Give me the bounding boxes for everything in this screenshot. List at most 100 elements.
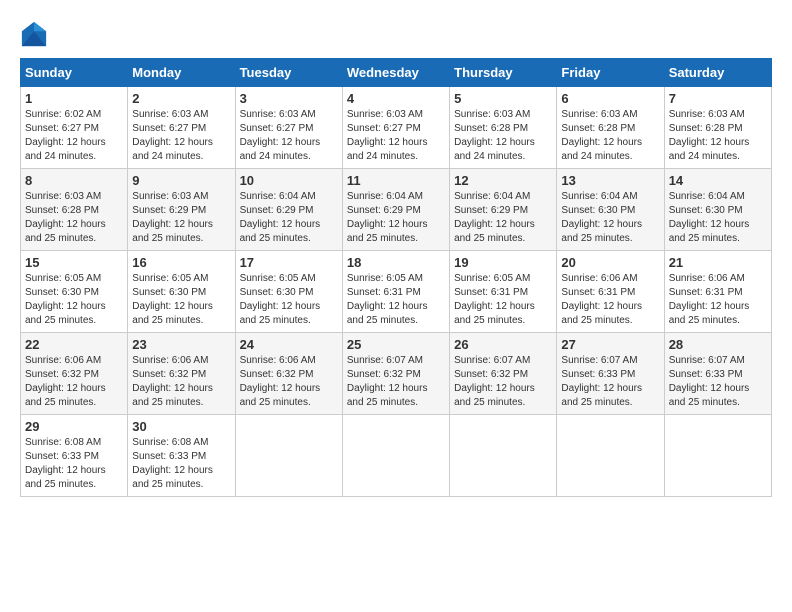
header: [20, 20, 772, 48]
calendar-cell: 21 Sunrise: 6:06 AMSunset: 6:31 PMDaylig…: [664, 251, 771, 333]
day-info: Sunrise: 6:04 AMSunset: 6:29 PMDaylight:…: [347, 190, 445, 246]
calendar-cell: 2 Sunrise: 6:03 AMSunset: 6:27 PMDayligh…: [128, 87, 235, 169]
calendar-table: SundayMondayTuesdayWednesdayThursdayFrid…: [20, 58, 772, 497]
calendar-cell: 15 Sunrise: 6:05 AMSunset: 6:30 PMDaylig…: [21, 251, 128, 333]
calendar-cell: 27 Sunrise: 6:07 AMSunset: 6:33 PMDaylig…: [557, 333, 664, 415]
calendar-header-friday: Friday: [557, 59, 664, 87]
calendar-week-row: 29 Sunrise: 6:08 AMSunset: 6:33 PMDaylig…: [21, 415, 772, 497]
calendar-cell: 12 Sunrise: 6:04 AMSunset: 6:29 PMDaylig…: [450, 169, 557, 251]
day-number: 21: [669, 255, 767, 270]
calendar-cell: 20 Sunrise: 6:06 AMSunset: 6:31 PMDaylig…: [557, 251, 664, 333]
day-info: Sunrise: 6:06 AMSunset: 6:32 PMDaylight:…: [132, 354, 230, 410]
calendar-cell: [664, 415, 771, 497]
day-info: Sunrise: 6:07 AMSunset: 6:33 PMDaylight:…: [561, 354, 659, 410]
calendar-header-saturday: Saturday: [664, 59, 771, 87]
calendar-cell: 30 Sunrise: 6:08 AMSunset: 6:33 PMDaylig…: [128, 415, 235, 497]
calendar-cell: 25 Sunrise: 6:07 AMSunset: 6:32 PMDaylig…: [342, 333, 449, 415]
calendar-cell: 29 Sunrise: 6:08 AMSunset: 6:33 PMDaylig…: [21, 415, 128, 497]
calendar-cell: 18 Sunrise: 6:05 AMSunset: 6:31 PMDaylig…: [342, 251, 449, 333]
day-info: Sunrise: 6:03 AMSunset: 6:28 PMDaylight:…: [669, 108, 767, 164]
day-number: 25: [347, 337, 445, 352]
calendar-cell: 13 Sunrise: 6:04 AMSunset: 6:30 PMDaylig…: [557, 169, 664, 251]
day-info: Sunrise: 6:06 AMSunset: 6:31 PMDaylight:…: [669, 272, 767, 328]
page-container: SundayMondayTuesdayWednesdayThursdayFrid…: [20, 20, 772, 497]
day-number: 4: [347, 91, 445, 106]
day-number: 30: [132, 419, 230, 434]
calendar-cell: [450, 415, 557, 497]
day-number: 8: [25, 173, 123, 188]
day-info: Sunrise: 6:03 AMSunset: 6:27 PMDaylight:…: [240, 108, 338, 164]
calendar-cell: 1 Sunrise: 6:02 AMSunset: 6:27 PMDayligh…: [21, 87, 128, 169]
calendar-cell: 19 Sunrise: 6:05 AMSunset: 6:31 PMDaylig…: [450, 251, 557, 333]
day-info: Sunrise: 6:05 AMSunset: 6:30 PMDaylight:…: [25, 272, 123, 328]
day-info: Sunrise: 6:03 AMSunset: 6:28 PMDaylight:…: [561, 108, 659, 164]
calendar-cell: 11 Sunrise: 6:04 AMSunset: 6:29 PMDaylig…: [342, 169, 449, 251]
calendar-cell: 24 Sunrise: 6:06 AMSunset: 6:32 PMDaylig…: [235, 333, 342, 415]
calendar-header-thursday: Thursday: [450, 59, 557, 87]
calendar-cell: 6 Sunrise: 6:03 AMSunset: 6:28 PMDayligh…: [557, 87, 664, 169]
day-number: 19: [454, 255, 552, 270]
calendar-cell: 14 Sunrise: 6:04 AMSunset: 6:30 PMDaylig…: [664, 169, 771, 251]
day-number: 27: [561, 337, 659, 352]
day-info: Sunrise: 6:04 AMSunset: 6:30 PMDaylight:…: [561, 190, 659, 246]
calendar-cell: 23 Sunrise: 6:06 AMSunset: 6:32 PMDaylig…: [128, 333, 235, 415]
day-number: 7: [669, 91, 767, 106]
day-number: 17: [240, 255, 338, 270]
day-info: Sunrise: 6:08 AMSunset: 6:33 PMDaylight:…: [25, 436, 123, 492]
day-info: Sunrise: 6:03 AMSunset: 6:27 PMDaylight:…: [132, 108, 230, 164]
calendar-cell: 8 Sunrise: 6:03 AMSunset: 6:28 PMDayligh…: [21, 169, 128, 251]
day-number: 26: [454, 337, 552, 352]
day-info: Sunrise: 6:05 AMSunset: 6:31 PMDaylight:…: [347, 272, 445, 328]
calendar-cell: 4 Sunrise: 6:03 AMSunset: 6:27 PMDayligh…: [342, 87, 449, 169]
day-number: 18: [347, 255, 445, 270]
day-info: Sunrise: 6:05 AMSunset: 6:30 PMDaylight:…: [132, 272, 230, 328]
day-info: Sunrise: 6:02 AMSunset: 6:27 PMDaylight:…: [25, 108, 123, 164]
day-number: 11: [347, 173, 445, 188]
day-number: 2: [132, 91, 230, 106]
calendar-cell: 28 Sunrise: 6:07 AMSunset: 6:33 PMDaylig…: [664, 333, 771, 415]
day-info: Sunrise: 6:07 AMSunset: 6:32 PMDaylight:…: [347, 354, 445, 410]
calendar-cell: 7 Sunrise: 6:03 AMSunset: 6:28 PMDayligh…: [664, 87, 771, 169]
day-number: 29: [25, 419, 123, 434]
day-info: Sunrise: 6:03 AMSunset: 6:28 PMDaylight:…: [25, 190, 123, 246]
day-number: 16: [132, 255, 230, 270]
calendar-header-wednesday: Wednesday: [342, 59, 449, 87]
day-info: Sunrise: 6:07 AMSunset: 6:32 PMDaylight:…: [454, 354, 552, 410]
day-number: 6: [561, 91, 659, 106]
day-info: Sunrise: 6:06 AMSunset: 6:32 PMDaylight:…: [240, 354, 338, 410]
calendar-cell: 5 Sunrise: 6:03 AMSunset: 6:28 PMDayligh…: [450, 87, 557, 169]
day-number: 14: [669, 173, 767, 188]
day-info: Sunrise: 6:06 AMSunset: 6:31 PMDaylight:…: [561, 272, 659, 328]
day-number: 5: [454, 91, 552, 106]
logo-icon: [20, 20, 48, 48]
day-number: 15: [25, 255, 123, 270]
day-number: 13: [561, 173, 659, 188]
day-number: 28: [669, 337, 767, 352]
day-number: 24: [240, 337, 338, 352]
day-info: Sunrise: 6:03 AMSunset: 6:28 PMDaylight:…: [454, 108, 552, 164]
day-info: Sunrise: 6:04 AMSunset: 6:29 PMDaylight:…: [240, 190, 338, 246]
day-info: Sunrise: 6:04 AMSunset: 6:29 PMDaylight:…: [454, 190, 552, 246]
calendar-header-sunday: Sunday: [21, 59, 128, 87]
day-number: 12: [454, 173, 552, 188]
day-info: Sunrise: 6:05 AMSunset: 6:30 PMDaylight:…: [240, 272, 338, 328]
calendar-week-row: 8 Sunrise: 6:03 AMSunset: 6:28 PMDayligh…: [21, 169, 772, 251]
day-info: Sunrise: 6:04 AMSunset: 6:30 PMDaylight:…: [669, 190, 767, 246]
calendar-week-row: 22 Sunrise: 6:06 AMSunset: 6:32 PMDaylig…: [21, 333, 772, 415]
day-number: 1: [25, 91, 123, 106]
day-number: 20: [561, 255, 659, 270]
day-number: 10: [240, 173, 338, 188]
calendar-cell: [342, 415, 449, 497]
calendar-cell: 22 Sunrise: 6:06 AMSunset: 6:32 PMDaylig…: [21, 333, 128, 415]
calendar-cell: [557, 415, 664, 497]
day-number: 3: [240, 91, 338, 106]
calendar-header-row: SundayMondayTuesdayWednesdayThursdayFrid…: [21, 59, 772, 87]
calendar-cell: [235, 415, 342, 497]
calendar-week-row: 1 Sunrise: 6:02 AMSunset: 6:27 PMDayligh…: [21, 87, 772, 169]
day-info: Sunrise: 6:07 AMSunset: 6:33 PMDaylight:…: [669, 354, 767, 410]
calendar-cell: 10 Sunrise: 6:04 AMSunset: 6:29 PMDaylig…: [235, 169, 342, 251]
calendar-cell: 26 Sunrise: 6:07 AMSunset: 6:32 PMDaylig…: [450, 333, 557, 415]
day-info: Sunrise: 6:03 AMSunset: 6:27 PMDaylight:…: [347, 108, 445, 164]
day-number: 23: [132, 337, 230, 352]
calendar-header-tuesday: Tuesday: [235, 59, 342, 87]
